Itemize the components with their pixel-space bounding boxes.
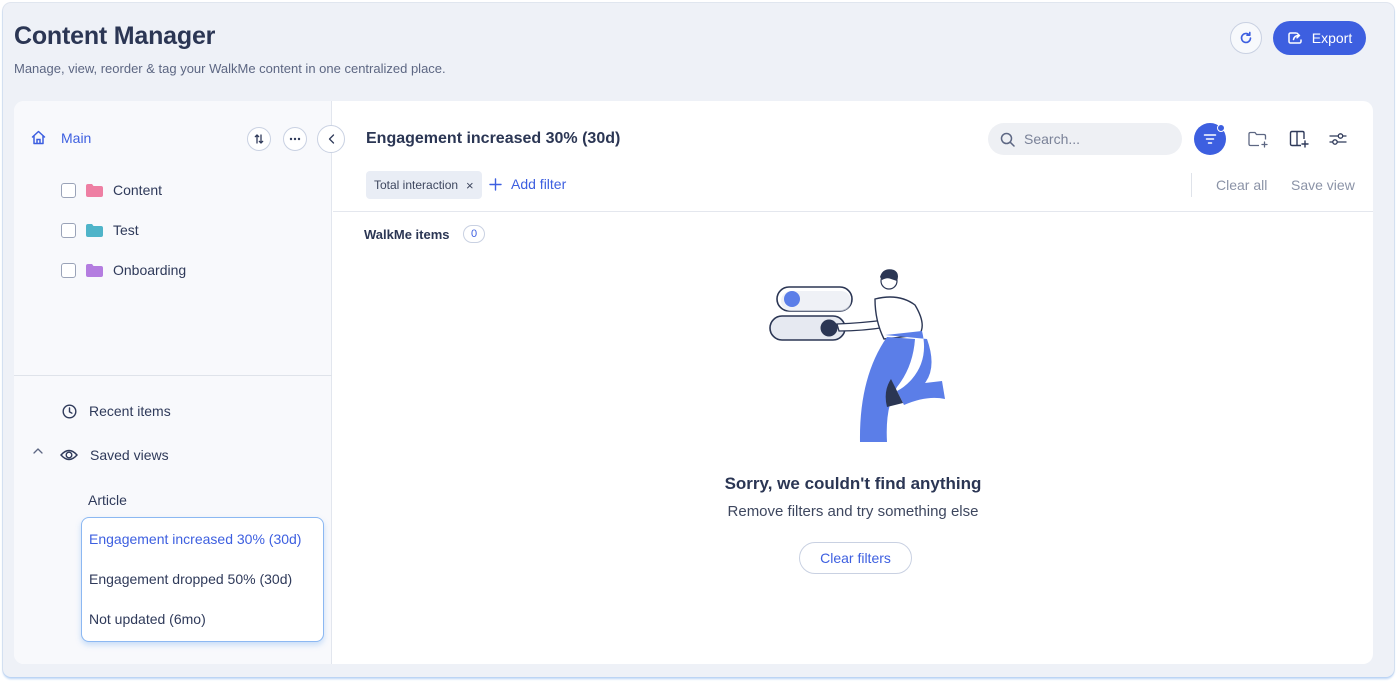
remove-filter-icon[interactable]: ×	[466, 178, 474, 193]
columns-plus-icon	[1289, 130, 1309, 148]
saved-views-dropdown: Engagement increased 30% (30d) Engagemen…	[81, 517, 324, 642]
content-area: Engagement increased 30% (30d) Search...…	[333, 101, 1373, 664]
plus-icon	[489, 177, 502, 191]
folder-plus-icon	[1247, 131, 1268, 148]
sidebar-main-label: Main	[61, 129, 92, 146]
add-filter-button[interactable]: Add filter	[489, 176, 566, 192]
empty-state-title: Sorry, we couldn't find anything	[724, 474, 982, 493]
saved-view-item[interactable]: Engagement increased 30% (30d)	[89, 531, 301, 547]
empty-state-illustration	[769, 269, 945, 442]
settings-sliders-button[interactable]	[1327, 129, 1349, 149]
page-title: Content Manager	[14, 22, 216, 50]
folder-label: Test	[113, 222, 139, 238]
collapse-sidebar-button[interactable]	[317, 125, 345, 153]
empty-state-subtitle: Remove filters and try something else	[727, 503, 979, 520]
save-view-button[interactable]: Save view	[1291, 177, 1355, 193]
folder-icon	[86, 183, 103, 197]
sidebar-divider	[14, 375, 332, 376]
refresh-button[interactable]	[1230, 22, 1262, 54]
sort-icon	[254, 134, 264, 144]
clear-all-button[interactable]: Clear all	[1216, 177, 1267, 193]
saved-views-toggle[interactable]: Saved views	[60, 447, 169, 463]
folder-label: Content	[113, 182, 163, 198]
eye-icon	[60, 449, 78, 461]
search-box[interactable]	[988, 123, 1182, 155]
folder-item-onboarding[interactable]: Onboarding	[61, 262, 186, 278]
search-icon	[1000, 132, 1015, 147]
export-label: Export	[1311, 30, 1353, 46]
folder-checkbox[interactable]	[61, 262, 76, 278]
toolbar-separator	[1191, 173, 1192, 197]
folder-item-content[interactable]: Content	[61, 182, 162, 198]
sort-button[interactable]	[247, 127, 271, 151]
folder-label: Onboarding	[113, 262, 187, 278]
new-folder-button[interactable]	[1247, 129, 1269, 149]
folder-item-test[interactable]: Test	[61, 222, 139, 238]
chevron-left-icon	[328, 134, 334, 144]
refresh-icon	[1240, 31, 1252, 44]
saved-view-item[interactable]: Engagement dropped 50% (30d)	[89, 571, 292, 587]
export-button[interactable]: Export	[1273, 21, 1366, 55]
filter-chip-label: Total interaction	[374, 178, 459, 192]
clock-icon	[62, 403, 77, 419]
content-divider	[333, 211, 1373, 212]
folder-checkbox[interactable]	[61, 182, 76, 198]
main-panel: Main Content Test Onboarding Recent item…	[14, 101, 1373, 664]
view-title: Engagement increased 30% (30d)	[366, 130, 621, 147]
folder-checkbox[interactable]	[61, 222, 76, 238]
sidebar-item-main[interactable]: Main	[30, 129, 91, 146]
saved-view-item[interactable]: Not updated (6mo)	[89, 611, 206, 627]
filter-button[interactable]	[1194, 123, 1226, 155]
folder-icon	[86, 263, 103, 277]
saved-view-item[interactable]: Article	[88, 492, 127, 508]
more-icon	[289, 137, 301, 141]
home-icon	[31, 130, 46, 145]
clear-filters-button[interactable]: Clear filters	[799, 542, 912, 574]
content-manager-app: Content Manager Manage, view, reorder & …	[3, 3, 1394, 677]
export-icon	[1288, 32, 1302, 44]
filter-icon	[1203, 134, 1217, 144]
folder-icon	[86, 223, 103, 237]
recent-items-label: Recent items	[89, 403, 171, 419]
sliders-icon	[1329, 133, 1347, 145]
walkme-items-label: WalkMe items	[364, 227, 450, 242]
saved-views-label: Saved views	[90, 447, 169, 463]
add-column-button[interactable]	[1288, 129, 1310, 149]
page-subtitle: Manage, view, reorder & tag your WalkMe …	[14, 61, 446, 76]
items-count-badge: 0	[463, 225, 485, 243]
add-filter-label: Add filter	[511, 176, 567, 192]
more-options-button[interactable]	[283, 127, 307, 151]
sidebar: Main Content Test Onboarding Recent item…	[14, 101, 332, 664]
chevron-up-icon[interactable]	[33, 448, 43, 454]
filter-chip[interactable]: Total interaction ×	[366, 171, 482, 199]
search-input[interactable]	[1024, 131, 1164, 147]
filter-active-dot	[1217, 124, 1225, 132]
recent-items-link[interactable]: Recent items	[62, 403, 171, 419]
